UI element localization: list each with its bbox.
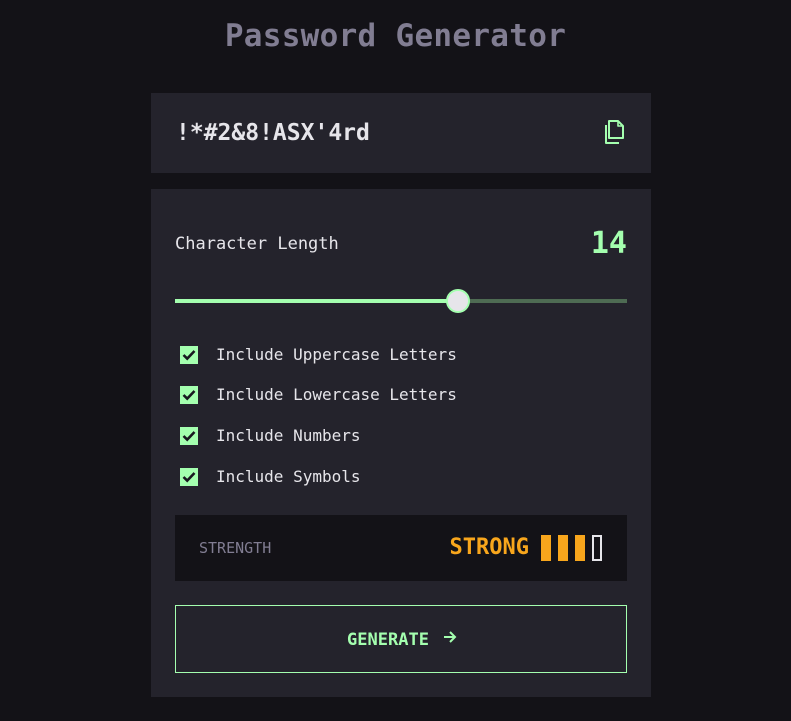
- character-length-label: Character Length: [175, 234, 339, 254]
- slider-fill: [175, 299, 458, 303]
- check-icon: [182, 472, 196, 483]
- password-output: !*#2&8!ASX'4rd: [151, 93, 651, 173]
- option-numbers[interactable]: Include Numbers: [180, 425, 600, 447]
- check-icon: [182, 390, 196, 401]
- strength-value: STRONG: [449, 535, 529, 560]
- strength-bar: [541, 535, 551, 561]
- option-label: Include Lowercase Letters: [216, 385, 457, 404]
- strength-bar: [592, 535, 602, 561]
- generated-password: !*#2&8!ASX'4rd: [176, 120, 370, 146]
- generate-label-wrap: GENERATE: [176, 628, 628, 652]
- check-icon: [182, 350, 196, 361]
- strength-bar: [575, 535, 585, 561]
- strength-label: STRENGTH: [199, 539, 272, 557]
- uppercase-checkbox[interactable]: [180, 346, 198, 364]
- generate-label: GENERATE: [347, 630, 429, 650]
- option-label: Include Symbols: [216, 467, 361, 486]
- page-title: Password Generator: [224, 18, 567, 54]
- settings-panel: Character Length 14 Include Uppercase Le…: [151, 189, 651, 697]
- lowercase-checkbox[interactable]: [180, 386, 198, 404]
- numbers-checkbox[interactable]: [180, 427, 198, 445]
- option-uppercase[interactable]: Include Uppercase Letters: [180, 344, 600, 366]
- strength-bars: [541, 535, 603, 561]
- option-lowercase[interactable]: Include Lowercase Letters: [180, 384, 600, 406]
- character-length-slider[interactable]: [175, 288, 627, 314]
- strength-bar: [558, 535, 568, 561]
- option-label: Include Numbers: [216, 426, 361, 445]
- check-icon: [182, 431, 196, 442]
- arrow-right-icon: [443, 626, 457, 650]
- generate-button[interactable]: GENERATE: [175, 605, 627, 673]
- copy-button[interactable]: [604, 120, 626, 146]
- strength-meter: STRENGTH STRONG: [175, 515, 627, 581]
- option-label: Include Uppercase Letters: [216, 345, 457, 364]
- option-symbols[interactable]: Include Symbols: [180, 466, 600, 488]
- character-length-value: 14: [590, 226, 627, 261]
- symbols-checkbox[interactable]: [180, 468, 198, 486]
- slider-thumb[interactable]: [446, 289, 470, 313]
- copy-icon: [605, 120, 624, 144]
